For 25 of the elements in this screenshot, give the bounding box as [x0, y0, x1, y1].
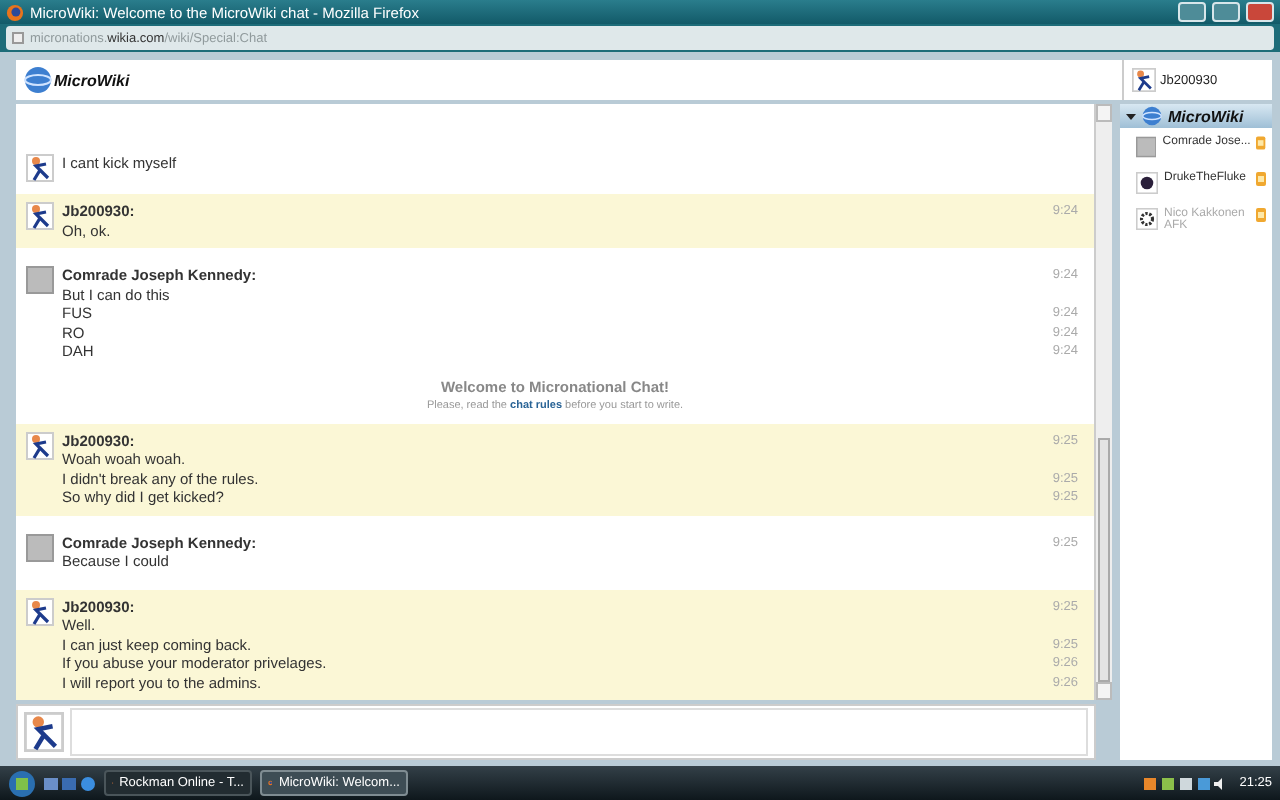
gear-avatar-icon — [1136, 208, 1158, 230]
room-title: MicroWiki — [1168, 107, 1244, 125]
tray-icon[interactable] — [1143, 775, 1224, 791]
runner-avatar-icon — [1132, 68, 1156, 92]
photo-placeholder — [26, 533, 54, 561]
globe-logo-icon — [1142, 106, 1162, 126]
dark-circle-avatar-icon — [1136, 172, 1158, 194]
quick-launch-icon[interactable] — [44, 775, 96, 791]
scrollbar[interactable] — [1094, 104, 1112, 700]
page-icon — [12, 32, 24, 44]
runner-avatar-icon — [26, 597, 54, 625]
room-header[interactable]: MicroWiki — [1120, 104, 1272, 128]
logo-text: MicroWiki — [54, 71, 130, 89]
runner-avatar-icon — [24, 712, 64, 752]
close-button[interactable] — [1246, 2, 1274, 22]
runner-avatar-icon — [26, 202, 54, 230]
message-input[interactable] — [70, 708, 1088, 756]
photo-placeholder — [26, 266, 54, 294]
maximize-button[interactable] — [1212, 2, 1240, 22]
runner-avatar-icon — [26, 431, 54, 459]
minimize-button[interactable] — [1178, 2, 1206, 22]
photo-placeholder — [1136, 136, 1157, 158]
start-button[interactable] — [8, 769, 36, 797]
caret-icon — [1126, 111, 1136, 121]
globe-logo-icon — [24, 66, 52, 94]
